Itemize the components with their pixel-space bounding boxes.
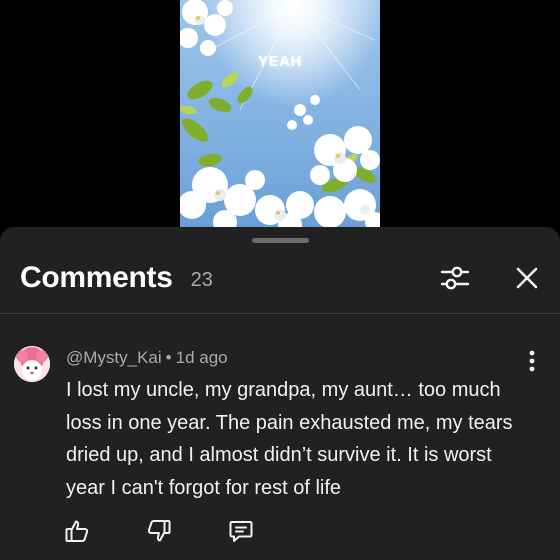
comments-count: 23 bbox=[190, 268, 213, 291]
comment-time: 1d ago bbox=[175, 348, 228, 367]
avatar[interactable] bbox=[14, 346, 50, 382]
comments-header: Comments 23 bbox=[20, 259, 540, 297]
reply-icon[interactable] bbox=[228, 518, 254, 544]
divider bbox=[0, 313, 560, 314]
thumbs-up-icon[interactable] bbox=[64, 518, 90, 544]
close-icon[interactable] bbox=[514, 265, 540, 291]
comment-actions bbox=[64, 518, 254, 544]
sliders-icon[interactable] bbox=[440, 263, 470, 293]
comment-meta: @Mysty_Kai • 1d ago bbox=[66, 348, 228, 368]
drag-handle[interactable] bbox=[252, 238, 309, 243]
meta-separator: • bbox=[165, 348, 172, 367]
video-caption: YEAH bbox=[258, 53, 302, 70]
header-actions bbox=[440, 263, 540, 293]
video-player[interactable]: YEAH bbox=[180, 0, 380, 227]
video-frame bbox=[180, 0, 380, 227]
comments-panel: Comments 23 @Mysty_Kai • 1d ago I lost m… bbox=[0, 227, 560, 560]
comment-author[interactable]: @Mysty_Kai bbox=[66, 348, 162, 367]
more-vert-icon[interactable] bbox=[528, 350, 536, 372]
thumbs-down-icon[interactable] bbox=[146, 518, 172, 544]
comment-text: I lost my uncle, my grandpa, my aunt… to… bbox=[66, 379, 513, 499]
comments-title: Comments bbox=[20, 261, 173, 294]
